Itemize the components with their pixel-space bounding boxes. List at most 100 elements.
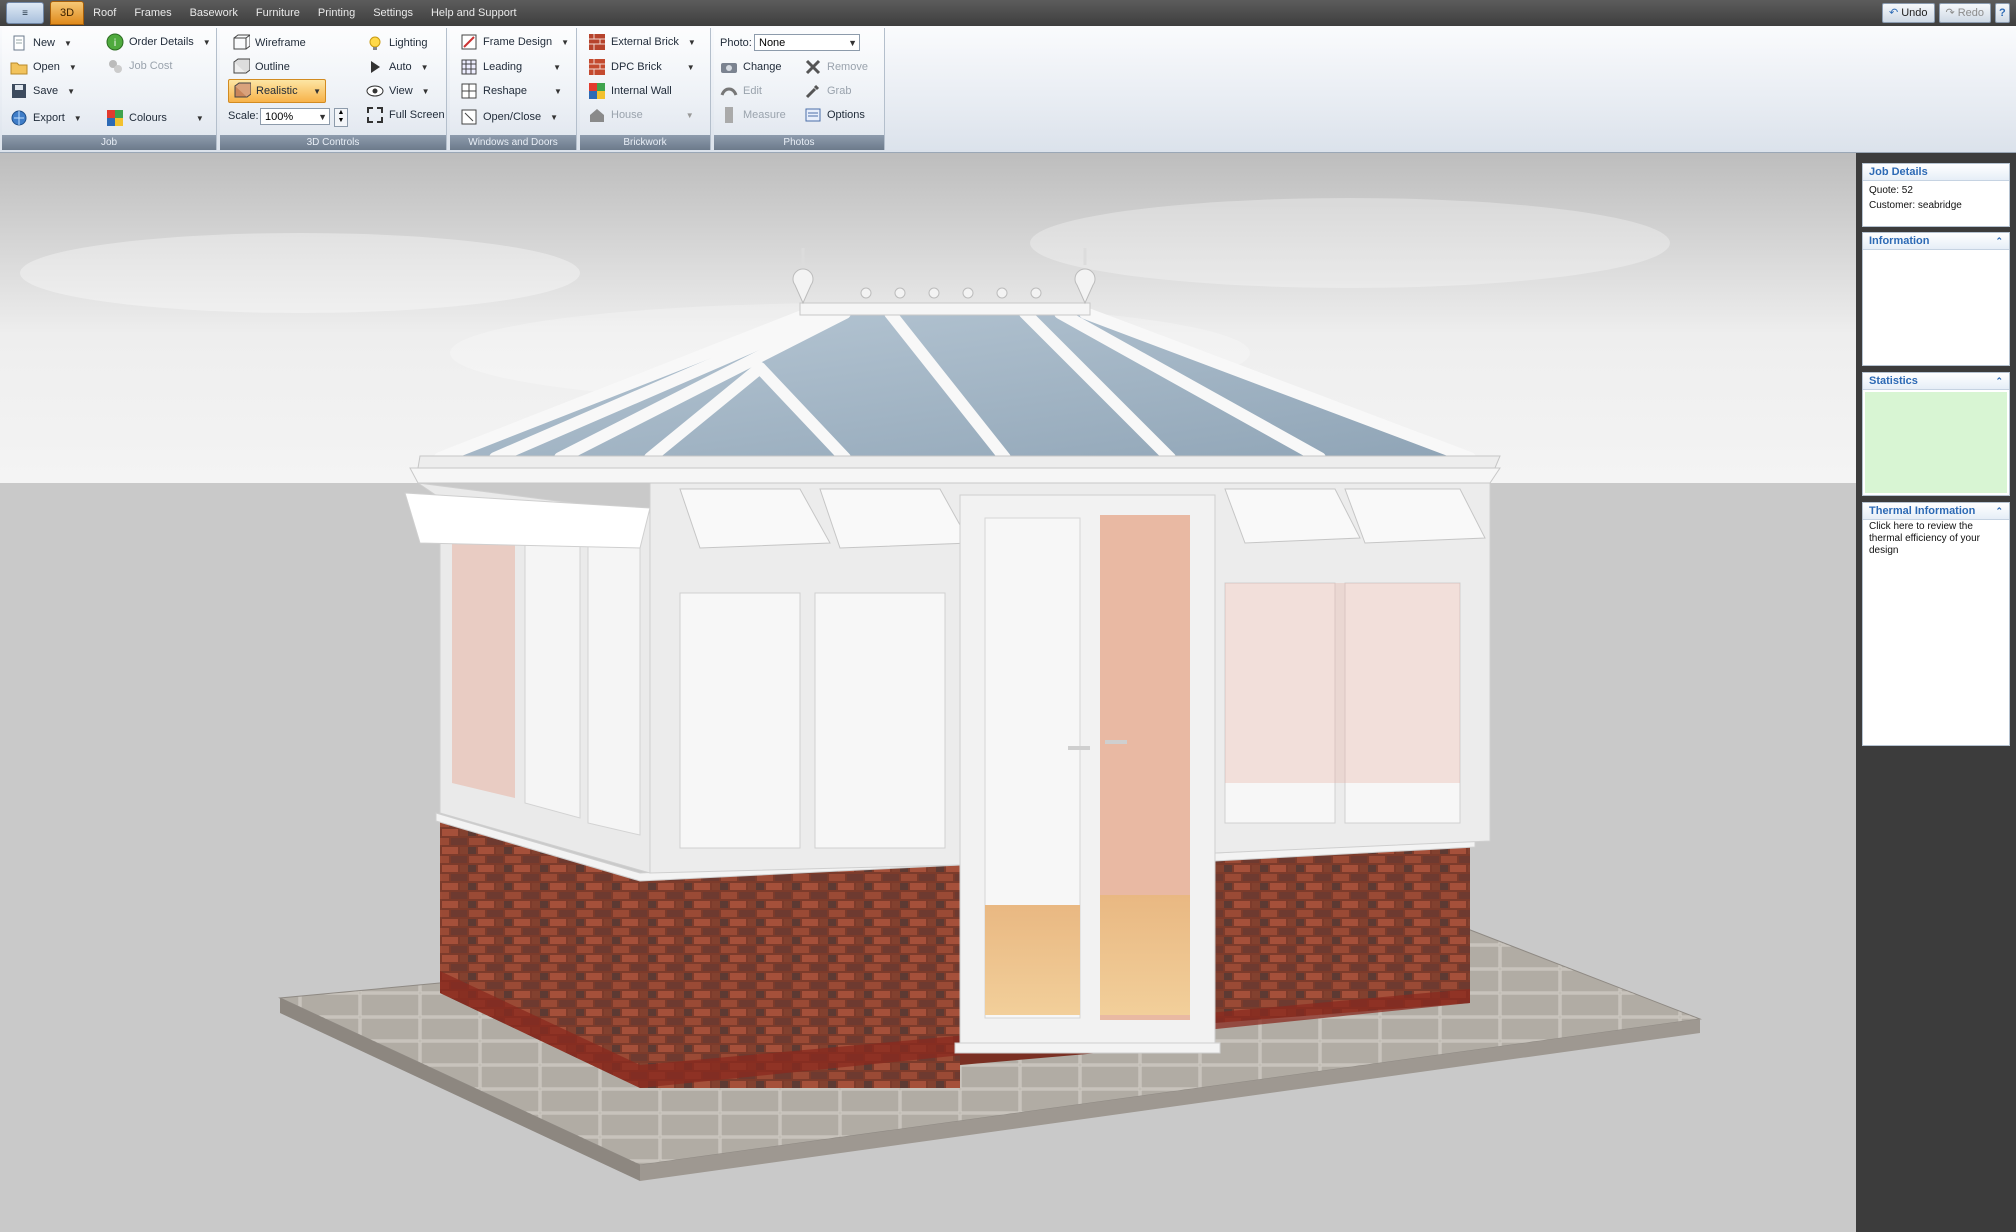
colours-icon	[106, 109, 124, 127]
measure-icon	[720, 106, 738, 124]
job-cost-button[interactable]: Job Cost	[106, 55, 172, 77]
full-screen-icon	[366, 106, 384, 124]
tab-help-and-support[interactable]: Help and Support	[422, 2, 526, 24]
lighting-label: Lighting	[389, 37, 428, 49]
dropdown-arrow-icon: ▼	[687, 37, 696, 47]
group-brickwork: External Brick ▼ DPC Brick ▼ Internal Wall…	[580, 28, 711, 150]
dropdown-arrow-icon: ▼	[420, 62, 429, 72]
brick-icon	[588, 33, 606, 51]
edit-button[interactable]: Edit	[720, 80, 762, 102]
change-label: Change	[743, 61, 782, 73]
menubar: ≡ 3D Roof Frames Basework Furniture Prin…	[0, 0, 2016, 26]
auto-button[interactable]: Auto ▼	[366, 56, 429, 78]
internal-wall-button[interactable]: Internal Wall	[588, 80, 672, 102]
options-button[interactable]: Options	[804, 104, 865, 126]
grab-button[interactable]: Grab	[804, 80, 851, 102]
full-screen-button[interactable]: Full Screen	[366, 104, 445, 126]
3d-viewport[interactable]	[0, 153, 1856, 1232]
measure-button[interactable]: Measure	[720, 104, 786, 126]
save-label: Save	[33, 85, 59, 97]
dropdown-arrow-icon: ▼	[313, 86, 321, 96]
measure-label: Measure	[743, 109, 786, 121]
statistics-title: Statistics	[1869, 375, 1918, 387]
leading-button[interactable]: Leading ▼	[460, 56, 561, 78]
new-button[interactable]: New ▼	[10, 32, 72, 54]
order-details-button[interactable]: i Order Details ▼	[106, 31, 211, 53]
scale-select[interactable]: 100% ▼	[260, 108, 330, 125]
dropdown-arrow-icon: ▼	[554, 86, 562, 96]
app-menu-button[interactable]: ≡	[6, 2, 44, 24]
external-brick-button[interactable]: External Brick ▼	[588, 31, 696, 53]
dropdown-arrow-icon: ▼	[561, 37, 569, 47]
wireframe-button[interactable]: Wireframe	[232, 32, 306, 54]
group-photos: Photo: None ▼ Change Edit Measure Remove …	[714, 28, 885, 150]
house-button[interactable]: House ▼	[588, 104, 694, 126]
frame-design-button[interactable]: Frame Design ▼	[460, 31, 569, 53]
lightbulb-icon	[366, 34, 384, 52]
job-details-title: Job Details	[1863, 164, 2009, 181]
internal-wall-icon	[588, 82, 606, 100]
help-button[interactable]: ?	[1995, 3, 2010, 23]
scale-label: Scale:	[228, 105, 259, 127]
thermal-information-header[interactable]: Thermal Information ⌃	[1863, 503, 2009, 520]
tab-settings[interactable]: Settings	[364, 2, 422, 24]
save-button[interactable]: Save ▼	[10, 80, 75, 102]
scale-label-text: Scale:	[228, 110, 259, 122]
collapse-icon[interactable]: ⌃	[1995, 233, 2003, 249]
undo-button[interactable]: ↶ Undo	[1882, 3, 1935, 23]
frame-design-label: Frame Design	[483, 36, 553, 48]
group-label-3d-controls: 3D Controls	[220, 135, 446, 150]
redo-label: Redo	[1957, 7, 1985, 19]
tab-roof[interactable]: Roof	[84, 2, 125, 24]
dpc-brick-button[interactable]: DPC Brick ▼	[588, 56, 695, 78]
colours-button[interactable]: Colours ▼	[106, 107, 204, 129]
reshape-button[interactable]: Reshape ▼	[460, 80, 562, 102]
conservatory-scene	[0, 153, 1856, 1232]
wireframe-icon	[232, 34, 250, 52]
order-details-icon: i	[106, 33, 124, 51]
lighting-button[interactable]: Lighting	[366, 32, 428, 54]
dropdown-arrow-icon: ▼	[67, 86, 75, 96]
thermal-information-text[interactable]: Click here to review the thermal efficie…	[1863, 520, 2009, 557]
dropdown-arrow-icon: ▼	[553, 62, 562, 72]
remove-button[interactable]: Remove	[804, 56, 868, 78]
tab-3d[interactable]: 3D	[50, 1, 85, 25]
group-label-photos: Photos	[714, 135, 884, 150]
group-windows-and-doors: Frame Design ▼ Leading ▼ Reshape ▼ Open/Clo…	[450, 28, 577, 150]
photo-value: None	[759, 37, 786, 49]
open-button[interactable]: Open ▼	[10, 56, 77, 78]
edit-photo-icon	[720, 82, 738, 100]
floppy-disk-icon	[10, 82, 28, 100]
camera-icon	[720, 58, 738, 76]
tab-frames[interactable]: Frames	[125, 2, 180, 24]
group-label-brickwork: Brickwork	[580, 135, 710, 150]
reshape-label: Reshape	[483, 85, 528, 97]
app-menu-icon: ≡	[22, 7, 28, 19]
chevron-down-icon: ▼	[318, 112, 327, 122]
view-button[interactable]: View ▼	[366, 80, 430, 102]
collapse-icon[interactable]: ⌃	[1995, 503, 2003, 519]
realistic-button[interactable]: Realistic ▼	[228, 79, 326, 103]
tab-printing[interactable]: Printing	[309, 2, 364, 24]
tab-basework[interactable]: Basework	[181, 2, 247, 24]
scale-stepper[interactable]: ▲ ▼	[334, 108, 348, 127]
dropdown-arrow-icon: ▼	[550, 112, 559, 122]
change-button[interactable]: Change	[720, 56, 782, 78]
photo-select[interactable]: None ▼	[754, 34, 860, 51]
tab-furniture[interactable]: Furniture	[247, 2, 309, 24]
photo-label: Photo:	[720, 32, 752, 54]
thermal-information-card[interactable]: Thermal Information ⌃ Click here to revi…	[1862, 502, 2010, 746]
remove-x-icon	[804, 58, 822, 76]
edit-label: Edit	[743, 85, 762, 97]
open-close-button[interactable]: Open/Close ▼	[460, 106, 558, 128]
quote-text: Quote: 52	[1869, 185, 1913, 196]
collapse-icon[interactable]: ⌃	[1995, 373, 2003, 389]
information-header[interactable]: Information ⌃	[1863, 233, 2009, 250]
outline-button[interactable]: Outline	[232, 56, 290, 78]
redo-button[interactable]: ↷ Redo	[1938, 3, 1992, 23]
outline-label: Outline	[255, 61, 290, 73]
export-button[interactable]: Export ▼	[10, 107, 82, 129]
statistics-header[interactable]: Statistics ⌃	[1863, 373, 2009, 390]
grab-label: Grab	[827, 85, 852, 97]
open-close-label: Open/Close	[483, 111, 542, 123]
